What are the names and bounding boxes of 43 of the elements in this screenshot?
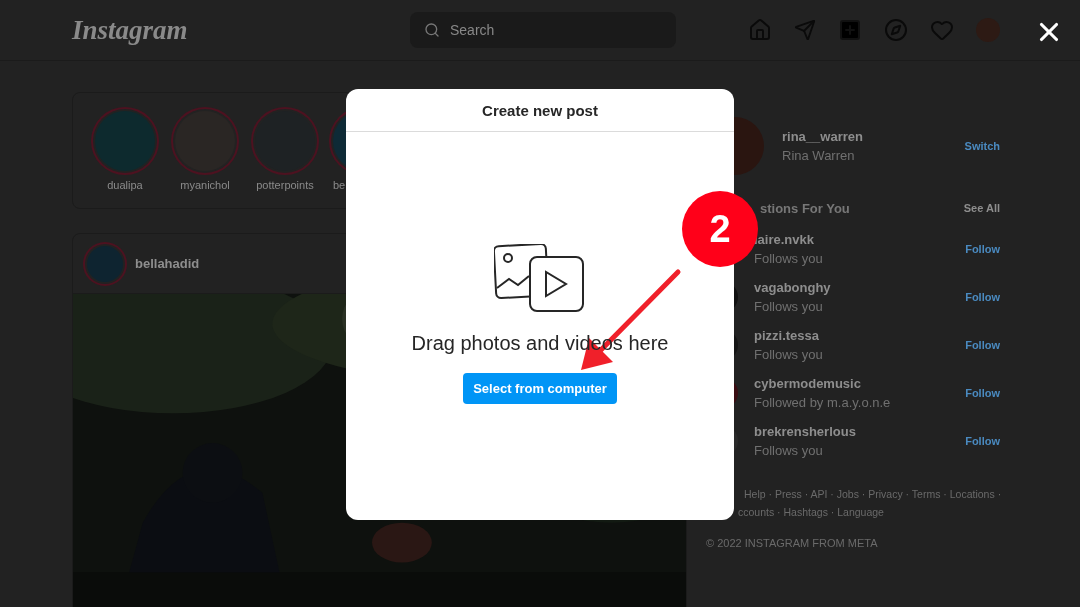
- story-username[interactable]: myanichol: [180, 179, 230, 191]
- story-avatar[interactable]: [175, 111, 235, 171]
- new-post-icon[interactable]: [838, 18, 862, 42]
- send-icon[interactable]: [794, 19, 816, 41]
- compass-icon[interactable]: [884, 18, 908, 42]
- footer-links[interactable]: ccounts · Hashtags · Language: [738, 503, 884, 521]
- profile-name: Rina Warren: [782, 148, 856, 163]
- story-username[interactable]: potterpoints: [256, 179, 314, 191]
- story-avatar[interactable]: [95, 111, 155, 171]
- follow-link[interactable]: Follow: [965, 387, 1000, 399]
- follow-link[interactable]: Follow: [965, 435, 1000, 447]
- suggestions-title: stions For You: [760, 200, 851, 216]
- copyright: © 2022 INSTAGRAM FROM META: [706, 537, 878, 549]
- suggestion-username[interactable]: brekrensherlous: [754, 424, 950, 439]
- home-icon[interactable]: [748, 18, 772, 42]
- media-icon: [494, 244, 586, 314]
- follow-link[interactable]: Follow: [965, 339, 1000, 351]
- footer-links[interactable]: Help · Press · API · Jobs · Privacy · Terms · Locations ·: [744, 485, 1002, 503]
- follow-link[interactable]: Follow: [965, 243, 1000, 255]
- profile-username[interactable]: rina__warren: [782, 129, 947, 144]
- follow-link[interactable]: Follow: [965, 291, 1000, 303]
- suggestion-subtitle: Followed by m.a.y.o.n.e: [754, 395, 892, 410]
- suggestion-subtitle: Follows you: [754, 299, 824, 314]
- suggestion-subtitle: Follows you: [754, 251, 824, 266]
- suggestion-username[interactable]: laire.nvkk: [754, 232, 950, 247]
- suggestion-username[interactable]: cybermodemusic: [754, 376, 950, 391]
- switch-link[interactable]: Switch: [964, 140, 1000, 152]
- post-username[interactable]: bellahadid: [135, 256, 200, 271]
- suggestion-username[interactable]: pizzi.tessa: [754, 328, 950, 343]
- search-field[interactable]: Search: [410, 12, 676, 48]
- see-all-link[interactable]: See All: [963, 202, 1000, 214]
- post-avatar[interactable]: [87, 245, 123, 282]
- suggestion-subtitle: Follows you: [754, 443, 824, 458]
- search-icon: [424, 22, 440, 38]
- suggestion-subtitle: Follows you: [754, 347, 824, 362]
- story-username[interactable]: be: [333, 179, 346, 191]
- select-from-computer-button[interactable]: Select from computer: [463, 373, 617, 404]
- heart-icon[interactable]: [930, 18, 954, 42]
- story-avatar[interactable]: [255, 111, 315, 171]
- dialog-title: Create new post: [482, 101, 598, 119]
- story-username[interactable]: dualipa: [107, 179, 143, 191]
- instagram-logo[interactable]: Instagram: [72, 14, 410, 46]
- suggestion-username[interactable]: vagabonghy: [754, 280, 950, 295]
